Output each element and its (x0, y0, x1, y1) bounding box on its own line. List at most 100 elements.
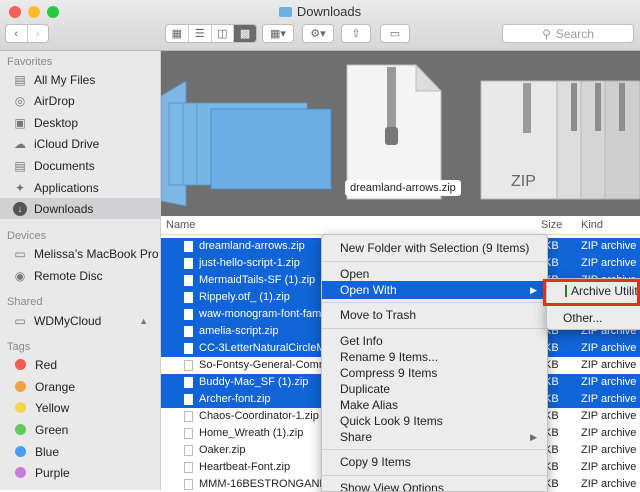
airdrop-icon: ◎ (14, 93, 26, 108)
menu-separator (322, 302, 547, 303)
sidebar-item-all-my-files[interactable]: ▤ All My Files (0, 69, 160, 90)
zip-file-icon (184, 445, 193, 456)
arrange-button[interactable]: ▦▾ (262, 24, 294, 43)
coverflow-view-button[interactable]: ▩ (233, 25, 256, 42)
menu-item-copy[interactable]: Copy 9 Items (322, 453, 547, 471)
zip-file-icon (184, 343, 193, 354)
sidebar-item-wdmycloud[interactable]: ▭ WDMyCloud ▲ (0, 310, 160, 331)
column-view-button[interactable]: ◫ (210, 25, 234, 42)
menu-item-show-view-options[interactable]: Show View Options (322, 479, 547, 491)
grid-icon: ▦ (171, 28, 183, 40)
eject-icon[interactable]: ▲ (139, 316, 148, 326)
disc-icon: ◉ (14, 268, 26, 283)
applications-icon: ✦ (14, 180, 26, 195)
display-icon: ▭ (14, 313, 26, 328)
sidebar-tag-blue[interactable]: Blue (0, 441, 160, 462)
menu-separator (322, 475, 547, 476)
coverflow-caption: dreamland-arrows.zip (345, 180, 461, 196)
zip-stack-icon: ZIP (480, 80, 640, 200)
desktop-icon: ▣ (14, 115, 26, 130)
zip-file-icon (184, 292, 193, 303)
tag-dot-icon (15, 359, 26, 370)
gear-icon: ⚙▾ (310, 28, 326, 40)
zip-document-icon: ZIP (346, 63, 443, 200)
laptop-icon: ▭ (14, 246, 26, 261)
sidebar-item-applications[interactable]: ✦ Applications (0, 177, 160, 198)
all-files-icon: ▤ (14, 72, 26, 87)
downloads-icon: ↓ (13, 201, 27, 216)
list-header: Name Size Kind (161, 216, 640, 235)
zip-file-icon (184, 275, 193, 286)
coverflow-icon: ▩ (239, 28, 251, 40)
zip-file-icon (184, 241, 193, 252)
sidebar-item-macbook[interactable]: ▭ Melissa’s MacBook Pro (0, 243, 160, 264)
title-bar: Downloads ‹ › ▦ ☰ ◫ ▩ ▦▾ ⚙▾ ⇧ ▭ ⚲ Search (0, 0, 640, 51)
tag-dot-icon (15, 381, 26, 392)
arrange-icon: ▦▾ (270, 28, 286, 40)
share-icon: ⇧ (351, 28, 361, 40)
zip-file-icon (184, 360, 193, 371)
nav-buttons: ‹ › (5, 24, 49, 43)
sidebar-tag-yellow[interactable]: Yellow (0, 397, 160, 418)
search-field[interactable]: ⚲ Search (502, 24, 634, 43)
column-header-size[interactable]: Size (541, 219, 562, 231)
zip-file-icon (184, 377, 193, 388)
list-view-button[interactable]: ☰ (187, 25, 211, 42)
folder-stack-icon (161, 80, 332, 207)
tag-icon: ▭ (389, 28, 401, 40)
zip-file-icon (184, 411, 193, 422)
zip-file-icon (184, 309, 193, 320)
zip-file-icon (184, 326, 193, 337)
menu-item-new-folder-with-selection[interactable]: New Folder with Selection (9 Items) (322, 239, 547, 257)
sidebar-item-desktop[interactable]: ▣ Desktop (0, 112, 160, 133)
menu-separator (322, 261, 547, 262)
sidebar-item-documents[interactable]: ▤ Documents (0, 155, 160, 176)
forward-button[interactable]: › (26, 25, 49, 42)
context-menu: New Folder with Selection (9 Items) Open… (321, 234, 548, 492)
sidebar-item-icloud-drive[interactable]: ☁ iCloud Drive (0, 133, 160, 154)
zip-file-icon (184, 479, 193, 490)
sidebar-tag-orange[interactable]: Orange (0, 376, 160, 397)
search-icon: ⚲ (542, 26, 551, 41)
folder-icon (278, 7, 292, 17)
submenu-arrow-icon: ▶ (530, 432, 537, 442)
chevron-left-icon: ‹ (14, 27, 19, 40)
sidebar-tag-purple[interactable]: Purple (0, 462, 160, 483)
zip-file-icon (184, 258, 193, 269)
zip-file-icon (184, 462, 193, 473)
window-title: Downloads (0, 4, 640, 19)
icon-view-button[interactable]: ▦ (166, 25, 188, 42)
column-header-name[interactable]: Name (166, 219, 195, 231)
favorites-section-title: Favorites (7, 56, 53, 68)
highlight-box (543, 279, 640, 306)
zip-file-icon (184, 428, 193, 439)
sidebar-tag-red[interactable]: Red (0, 354, 160, 375)
back-button[interactable]: ‹ (6, 25, 27, 42)
tags-section-title: Tags (7, 341, 31, 353)
tag-dot-icon (15, 467, 26, 478)
chevron-right-icon: › (35, 27, 40, 40)
menu-item-open-with[interactable]: Open With ▶ (322, 281, 547, 299)
sidebar-item-remote-disc[interactable]: ◉ Remote Disc (0, 265, 160, 286)
submenu-item-other[interactable]: Other... (547, 309, 640, 327)
tag-dot-icon (15, 402, 26, 413)
menu-separator (322, 449, 547, 450)
zip-file-icon (184, 394, 193, 405)
action-button[interactable]: ⚙▾ (302, 24, 334, 43)
sidebar-item-airdrop[interactable]: ◎ AirDrop (0, 90, 160, 111)
share-button[interactable]: ⇧ (341, 24, 371, 43)
search-placeholder: Search (555, 26, 594, 41)
menu-separator (322, 328, 547, 329)
shared-section-title: Shared (7, 296, 43, 308)
sidebar-tag-green[interactable]: Green (0, 419, 160, 440)
menu-item-share[interactable]: Share ▶ (322, 428, 547, 446)
sidebar-item-downloads[interactable]: ↓ Downloads (0, 198, 160, 219)
tag-dot-icon (15, 424, 26, 435)
cloud-icon: ☁ (14, 136, 26, 151)
tags-button[interactable]: ▭ (380, 24, 410, 43)
submenu-arrow-icon: ▶ (530, 285, 537, 295)
list-icon: ☰ (194, 28, 205, 40)
sidebar: Favorites ▤ All My Files ◎ AirDrop ▣ Deskto… (0, 51, 161, 490)
column-header-kind[interactable]: Kind (581, 219, 603, 231)
menu-item-move-to-trash[interactable]: Move to Trash (322, 306, 547, 324)
